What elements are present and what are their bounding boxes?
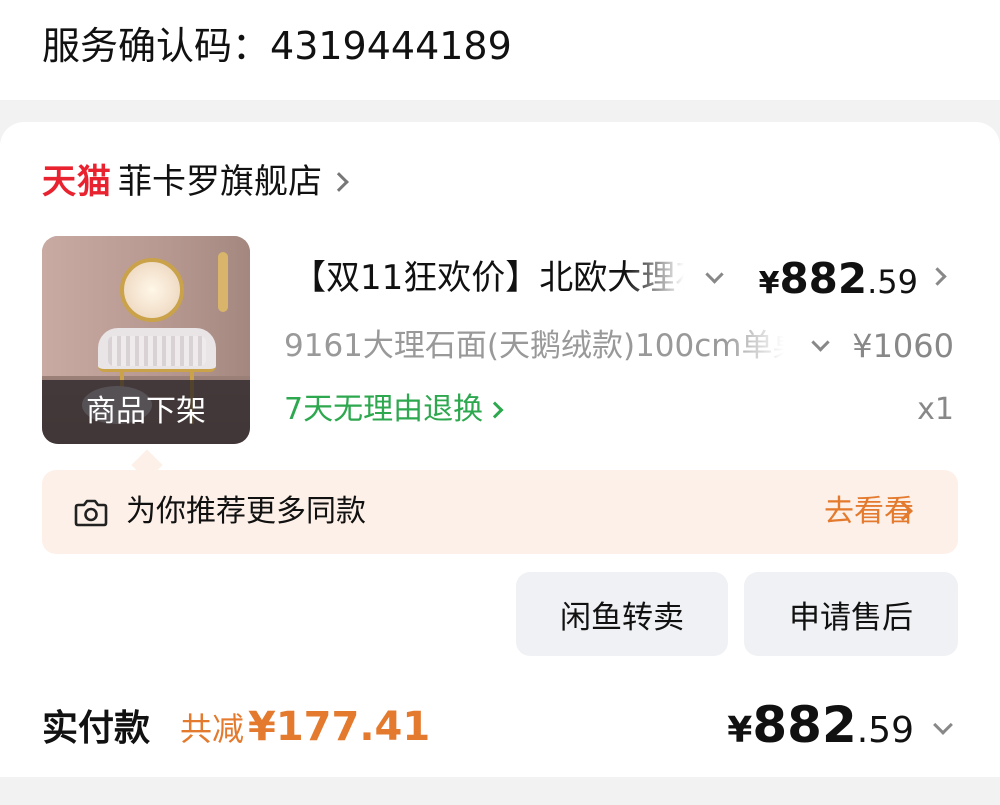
aftersale-button[interactable]: 申请售后 xyxy=(744,572,958,656)
camera-icon xyxy=(74,499,108,527)
thumbnail-table-front xyxy=(108,336,206,366)
discount-label: 共减 xyxy=(180,710,245,748)
total-currency: ¥ xyxy=(727,710,753,751)
payment-label: 实付款 xyxy=(42,708,151,749)
resell-button[interactable]: 闲鱼转卖 xyxy=(516,572,728,656)
chevron-down-icon[interactable] xyxy=(705,265,724,284)
quantity: x1 xyxy=(917,392,954,427)
chevron-down-icon[interactable] xyxy=(933,715,953,735)
thumbnail-lamp xyxy=(218,252,228,312)
price-decimal: .59 xyxy=(867,263,918,301)
price-currency: ¥ xyxy=(758,266,780,301)
tmall-logo: 天猫 xyxy=(42,162,112,202)
verification-code-label: 服务确认码： xyxy=(42,24,271,68)
discount-amount: ¥177.41 xyxy=(248,704,431,750)
chevron-right-icon xyxy=(486,401,504,419)
item-price: ¥ 882 .59 xyxy=(758,254,918,303)
shop-link[interactable]: 天猫 菲卡罗旗舰店 xyxy=(42,160,349,204)
item-title-row[interactable]: 【双11狂欢价】北欧大理石梳妆台 ¥ 882 .59 xyxy=(292,254,952,303)
chevron-right-icon xyxy=(329,172,349,192)
verification-code-text: 服务确认码：4319444189 xyxy=(42,20,512,72)
return-policy-row: 7天无理由退换 x1 xyxy=(284,388,954,432)
delisted-label: 商品下架 xyxy=(86,394,206,429)
original-price: ¥1060 xyxy=(852,327,954,365)
verification-code-bar: 服务确认码：4319444189 xyxy=(0,0,1000,100)
order-card: 天猫 菲卡罗旗舰店 商品下架 【双11狂欢价】北欧大理石梳妆台 ¥ 882 .5… xyxy=(0,122,1000,777)
price-integer: 882 xyxy=(779,254,868,303)
total-integer: 882 xyxy=(752,696,857,754)
payment-row: 实付款 共减 ¥177.41 ¥ 882 .59 xyxy=(42,696,958,760)
chevron-right-icon[interactable] xyxy=(928,267,947,286)
discount-info: 共减 ¥177.41 xyxy=(180,704,430,754)
product-thumbnail[interactable]: 商品下架 xyxy=(42,236,250,444)
chevron-down-icon[interactable] xyxy=(811,333,830,352)
shop-name: 菲卡罗旗舰店 xyxy=(118,162,322,202)
recommend-text: 为你推荐更多同款 xyxy=(126,494,366,529)
return-policy-link[interactable]: 7天无理由退换 xyxy=(284,388,504,432)
thumbnail-mirror xyxy=(120,258,184,322)
verification-code-value: 4319444189 xyxy=(270,24,512,68)
return-policy-text: 7天无理由退换 xyxy=(284,392,484,427)
sku-text: 9161大理石面(天鹅绒款)100cm单桌 xyxy=(284,328,784,364)
total-decimal: .59 xyxy=(856,710,914,751)
delisted-overlay: 商品下架 xyxy=(42,380,250,444)
item-title: 【双11狂欢价】北欧大理石梳妆台 xyxy=(292,258,684,298)
total-paid: ¥ 882 .59 xyxy=(727,696,914,760)
recommend-bar[interactable]: 为你推荐更多同款 去看看 xyxy=(42,470,958,554)
sku-row[interactable]: 9161大理石面(天鹅绒款)100cm单桌 ¥1060 xyxy=(284,324,954,368)
